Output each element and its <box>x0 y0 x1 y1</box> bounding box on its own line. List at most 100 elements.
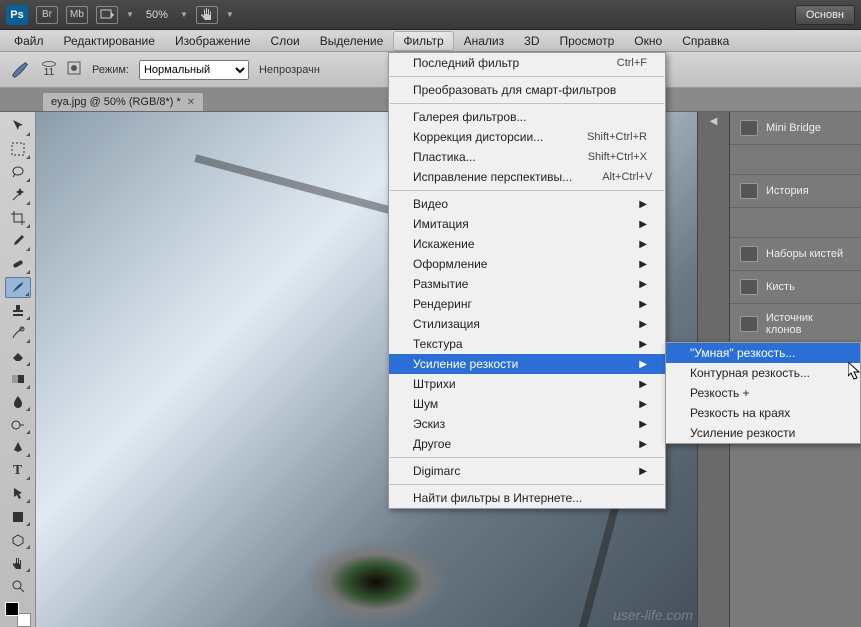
brush-tool[interactable] <box>5 277 31 298</box>
view-extras-icon[interactable] <box>96 6 118 24</box>
zoom-level[interactable]: 50% <box>142 9 172 21</box>
panel-clone-source[interactable]: Источник клонов <box>730 304 861 345</box>
dropdown-icon[interactable]: ▼ <box>226 10 234 19</box>
dropdown-icon[interactable]: ▼ <box>126 10 134 19</box>
menu-item[interactable]: Видео▶ <box>389 194 665 214</box>
type-tool[interactable]: T <box>5 460 31 481</box>
menu-item[interactable]: Найти фильтры в Интернете... <box>389 488 665 508</box>
menu-item[interactable]: Имитация▶ <box>389 214 665 234</box>
menu-filter[interactable]: Фильтр <box>393 31 453 51</box>
brush-presets-icon <box>740 246 758 262</box>
brush-preset-picker[interactable]: 11 <box>42 61 56 78</box>
menu-item[interactable]: Рендеринг▶ <box>389 294 665 314</box>
blur-tool[interactable] <box>5 392 31 413</box>
gradient-tool[interactable] <box>5 369 31 390</box>
panel-brush[interactable]: Кисть <box>730 271 861 304</box>
menu-layer[interactable]: Слои <box>261 31 310 51</box>
eraser-tool[interactable] <box>5 346 31 367</box>
submenu-arrow-icon: ▶ <box>639 379 647 390</box>
menu-item[interactable]: Другое▶ <box>389 434 665 454</box>
menu-view[interactable]: Просмотр <box>549 31 624 51</box>
blend-mode-select[interactable]: Нормальный <box>139 60 249 80</box>
minibridge-icon <box>740 120 758 136</box>
zoom-tool[interactable] <box>5 575 31 596</box>
brush-size-value: 11 <box>44 67 54 78</box>
submenu-item[interactable]: Резкость на краях <box>666 403 860 423</box>
menu-image[interactable]: Изображение <box>165 31 261 51</box>
menu-select[interactable]: Выделение <box>310 31 394 51</box>
submenu-arrow-icon: ▶ <box>639 419 647 430</box>
submenu-arrow-icon: ▶ <box>639 279 647 290</box>
move-tool[interactable] <box>5 116 31 137</box>
submenu-arrow-icon: ▶ <box>639 219 647 230</box>
submenu-item[interactable]: Усиление резкости <box>666 423 860 443</box>
menu-analysis[interactable]: Анализ <box>454 31 515 51</box>
stamp-tool[interactable] <box>5 300 31 321</box>
menu-item[interactable]: Коррекция дисторсии...Shift+Ctrl+R <box>389 127 665 147</box>
eyedropper-tool[interactable] <box>5 231 31 252</box>
brush-panel-icon[interactable] <box>66 60 82 79</box>
collapse-icon[interactable]: ◀ <box>710 116 718 127</box>
crop-tool[interactable] <box>5 208 31 229</box>
watermark: user-life.com <box>613 607 693 623</box>
menu-item[interactable]: Эскиз▶ <box>389 414 665 434</box>
pen-tool[interactable] <box>5 437 31 458</box>
photoshop-logo: Ps <box>6 5 28 25</box>
menu-3d[interactable]: 3D <box>514 31 549 51</box>
magic-wand-tool[interactable] <box>5 185 31 206</box>
menu-item[interactable]: Преобразовать для смарт-фильтров <box>389 80 665 100</box>
menu-item[interactable]: Размытие▶ <box>389 274 665 294</box>
menu-file[interactable]: Файл <box>4 31 54 51</box>
healing-tool[interactable] <box>5 254 31 275</box>
submenu-item[interactable]: "Умная" резкость... <box>666 343 860 363</box>
menu-help[interactable]: Справка <box>672 31 739 51</box>
panel-mini-bridge[interactable]: Mini Bridge <box>730 112 861 145</box>
menu-item[interactable]: Исправление перспективы...Alt+Ctrl+V <box>389 167 665 187</box>
menu-item[interactable]: Последний фильтрCtrl+F <box>389 53 665 73</box>
menu-item[interactable]: Стилизация▶ <box>389 314 665 334</box>
menu-edit[interactable]: Редактирование <box>54 31 165 51</box>
shape-tool[interactable] <box>5 506 31 527</box>
submenu-item[interactable]: Резкость + <box>666 383 860 403</box>
document-tab[interactable]: eya.jpg @ 50% (RGB/8*) * ✕ <box>42 92 204 111</box>
minibridge-icon[interactable]: Mb <box>66 6 88 24</box>
menu-item[interactable]: Digimarc▶ <box>389 461 665 481</box>
submenu-arrow-icon: ▶ <box>639 239 647 250</box>
bridge-icon[interactable]: Br <box>36 6 58 24</box>
dropdown-icon[interactable]: ▼ <box>180 10 188 19</box>
menu-item[interactable]: Пластика...Shift+Ctrl+X <box>389 147 665 167</box>
submenu-arrow-icon: ▶ <box>639 299 647 310</box>
menu-item[interactable]: Галерея фильтров... <box>389 107 665 127</box>
menu-item[interactable]: Штрихи▶ <box>389 374 665 394</box>
close-icon[interactable]: ✕ <box>187 97 195 108</box>
filter-menu-dropdown: Последний фильтрCtrl+F Преобразовать для … <box>388 52 666 509</box>
color-swatches[interactable] <box>5 602 31 627</box>
3d-tool[interactable] <box>5 529 31 550</box>
brush-icon <box>740 279 758 295</box>
opacity-label: Непрозрачн <box>259 64 320 76</box>
hand-tool[interactable] <box>5 552 31 573</box>
submenu-arrow-icon: ▶ <box>639 399 647 410</box>
dodge-tool[interactable] <box>5 414 31 435</box>
submenu-item[interactable]: Контурная резкость... <box>666 363 860 383</box>
submenu-arrow-icon: ▶ <box>639 466 647 477</box>
mode-label: Режим: <box>92 64 129 76</box>
brush-tool-icon[interactable] <box>8 58 32 82</box>
lasso-tool[interactable] <box>5 162 31 183</box>
menu-window[interactable]: Окно <box>624 31 672 51</box>
menu-item[interactable]: Шум▶ <box>389 394 665 414</box>
sharpen-submenu: "Умная" резкость...Контурная резкость...… <box>665 342 861 444</box>
panel-history[interactable]: История <box>730 175 861 208</box>
app-bar: Ps Br Mb ▼ 50% ▼ ▼ Основн <box>0 0 861 30</box>
menu-item[interactable]: Оформление▶ <box>389 254 665 274</box>
marquee-tool[interactable] <box>5 139 31 160</box>
menu-item[interactable]: Текстура▶ <box>389 334 665 354</box>
history-brush-tool[interactable] <box>5 323 31 344</box>
path-select-tool[interactable] <box>5 483 31 504</box>
submenu-arrow-icon: ▶ <box>639 259 647 270</box>
workspace-button[interactable]: Основн <box>795 5 855 25</box>
menu-item[interactable]: Искажение▶ <box>389 234 665 254</box>
hand-icon[interactable] <box>196 6 218 24</box>
panel-brush-presets[interactable]: Наборы кистей <box>730 238 861 271</box>
menu-item[interactable]: Усиление резкости▶ <box>389 354 665 374</box>
